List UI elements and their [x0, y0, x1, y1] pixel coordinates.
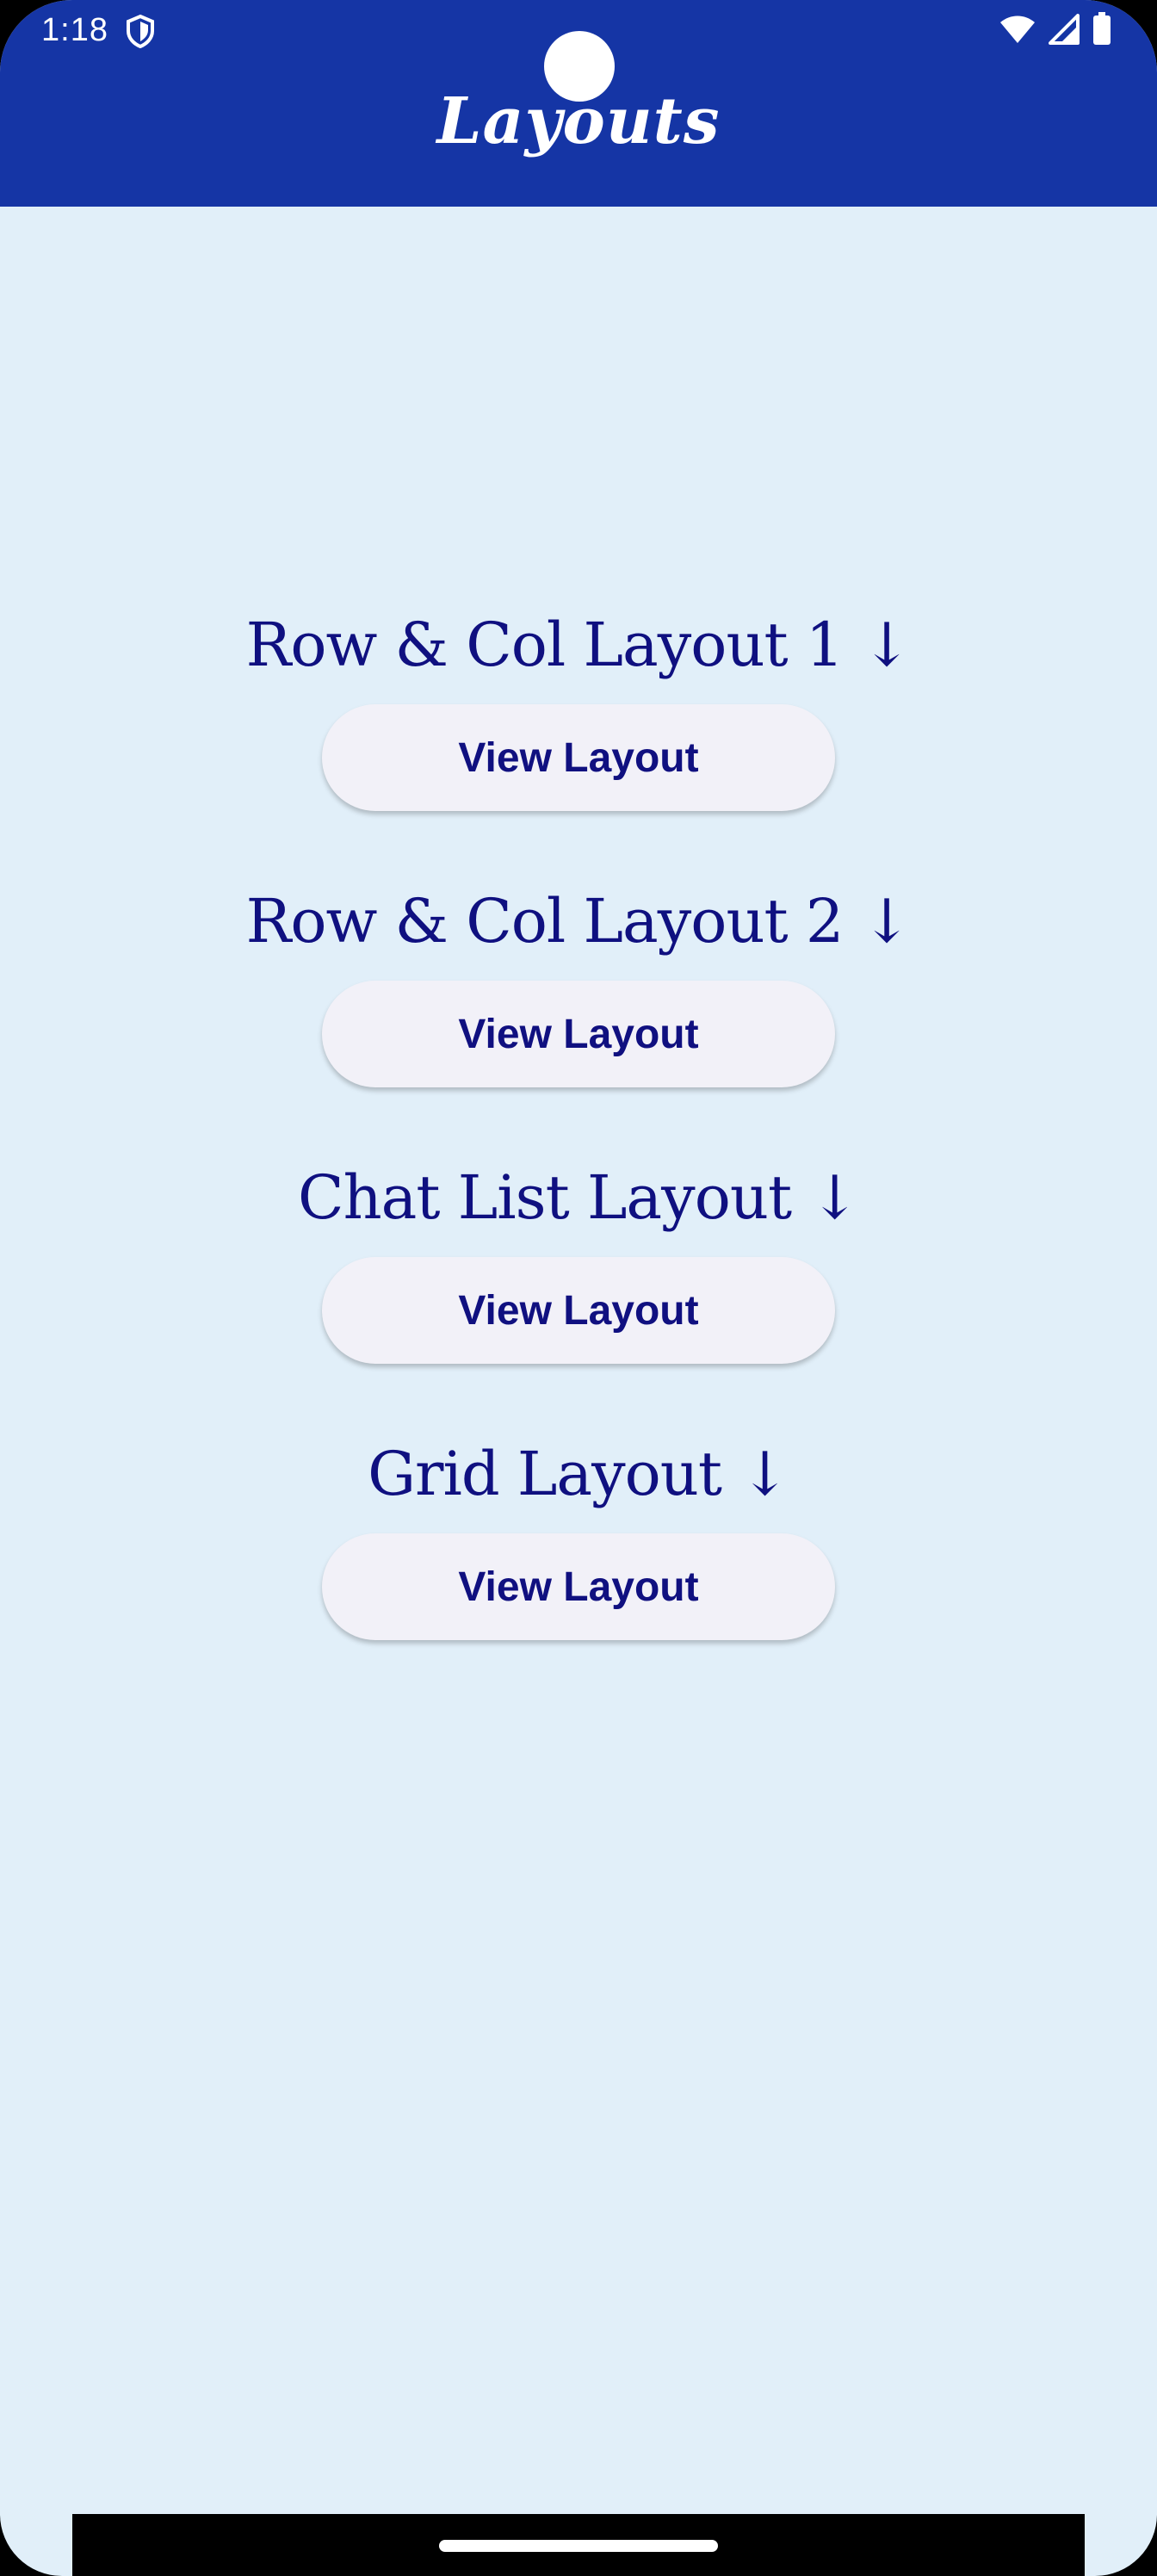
- shield-icon: [124, 14, 157, 49]
- wifi-icon: [999, 14, 1036, 49]
- view-layout-button-3[interactable]: View Layout: [322, 1257, 835, 1364]
- view-layout-button-2[interactable]: View Layout: [322, 981, 835, 1087]
- section-grid-layout: Grid Layout ↓ View Layout: [0, 1397, 1157, 1674]
- app-screen: 1:18 Layouts Row & Col Layout 1 ↓ View L…: [0, 0, 1157, 2576]
- layout-list: Row & Col Layout 1 ↓ View Layout Row & C…: [0, 568, 1157, 1674]
- section-title: Chat List Layout ↓: [298, 1162, 860, 1233]
- home-indicator[interactable]: [439, 2540, 718, 2552]
- section-title: Row & Col Layout 1 ↓: [245, 610, 913, 680]
- section-chat-list-layout: Chat List Layout ↓ View Layout: [0, 1121, 1157, 1397]
- app-bar: 1:18 Layouts: [0, 0, 1157, 207]
- battery-icon: [1092, 11, 1112, 51]
- section-row-col-layout-2: Row & Col Layout 2 ↓ View Layout: [0, 845, 1157, 1121]
- signal-icon: [1049, 13, 1080, 49]
- app-title: Layouts: [436, 84, 721, 158]
- section-title: Grid Layout ↓: [368, 1439, 790, 1509]
- view-layout-button-1[interactable]: View Layout: [322, 704, 835, 811]
- status-time: 1:18: [41, 12, 108, 48]
- status-icons: [999, 11, 1112, 51]
- section-title: Row & Col Layout 2 ↓: [245, 886, 913, 957]
- view-layout-button-4[interactable]: View Layout: [322, 1533, 835, 1640]
- section-row-col-layout-1: Row & Col Layout 1 ↓ View Layout: [0, 568, 1157, 845]
